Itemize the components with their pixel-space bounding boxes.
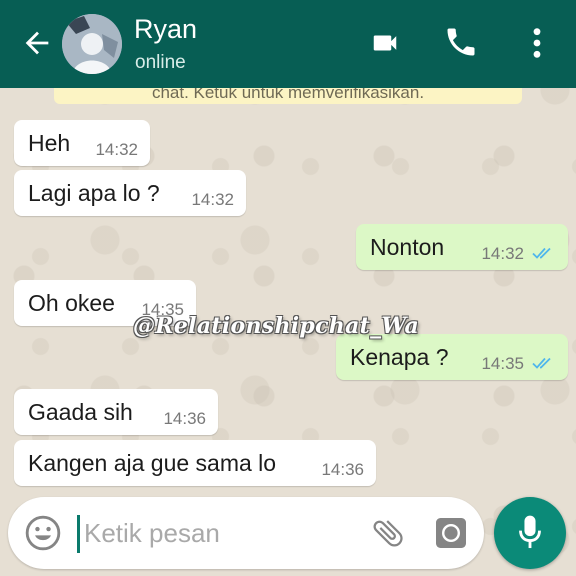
message-text: Gaada sih — [28, 399, 133, 425]
camera-icon[interactable] — [432, 515, 470, 551]
message-input[interactable] — [84, 511, 354, 555]
contact-avatar[interactable] — [62, 14, 122, 74]
message-text: Lagi apa lo ? — [28, 180, 160, 206]
contact-status: online — [135, 52, 186, 73]
message-text: Kenapa ? — [350, 344, 449, 370]
text-cursor — [77, 515, 80, 553]
read-receipt-icon — [532, 247, 551, 259]
microphone-icon — [519, 515, 541, 549]
message-time: 14:36 — [163, 409, 206, 428]
chat-header: Ryan online — [0, 0, 576, 88]
video-call-icon[interactable] — [368, 28, 402, 58]
contact-name[interactable]: Ryan — [134, 14, 197, 45]
paperclip-icon[interactable] — [370, 515, 406, 551]
message-time: 14:36 — [321, 460, 364, 479]
message-bubble-incoming[interactable]: Kangen aja gue sama lo 14:36 — [14, 440, 376, 486]
message-text: Kangen aja gue sama lo — [28, 450, 277, 476]
phone-call-icon[interactable] — [443, 24, 479, 60]
emoji-icon[interactable] — [24, 514, 62, 552]
message-bubble-outgoing[interactable]: Nonton 14:32 — [356, 224, 568, 270]
message-bubble-outgoing[interactable]: Kenapa ? 14:35 — [336, 334, 568, 380]
voice-record-button[interactable] — [494, 497, 566, 569]
message-time: 14:32 — [191, 190, 234, 209]
message-bubble-incoming[interactable]: Heh 14:32 — [14, 120, 150, 166]
message-time: 14:32 — [95, 140, 138, 159]
message-text: Nonton — [370, 234, 445, 260]
message-time: 14:32 — [481, 244, 524, 263]
message-text: Oh okee — [28, 290, 115, 316]
message-text: Heh — [28, 130, 71, 156]
read-receipt-icon — [532, 357, 551, 369]
message-time: 14:35 — [481, 354, 524, 373]
message-bubble-incoming[interactable]: Lagi apa lo ? 14:32 — [14, 170, 246, 216]
message-bubble-incoming[interactable]: Gaada sih 14:36 — [14, 389, 218, 435]
back-arrow-icon[interactable] — [20, 26, 54, 60]
message-composer — [8, 497, 484, 569]
watermark-text: @Relationshipchat_Wa — [133, 313, 420, 339]
more-options-icon[interactable] — [526, 26, 548, 60]
